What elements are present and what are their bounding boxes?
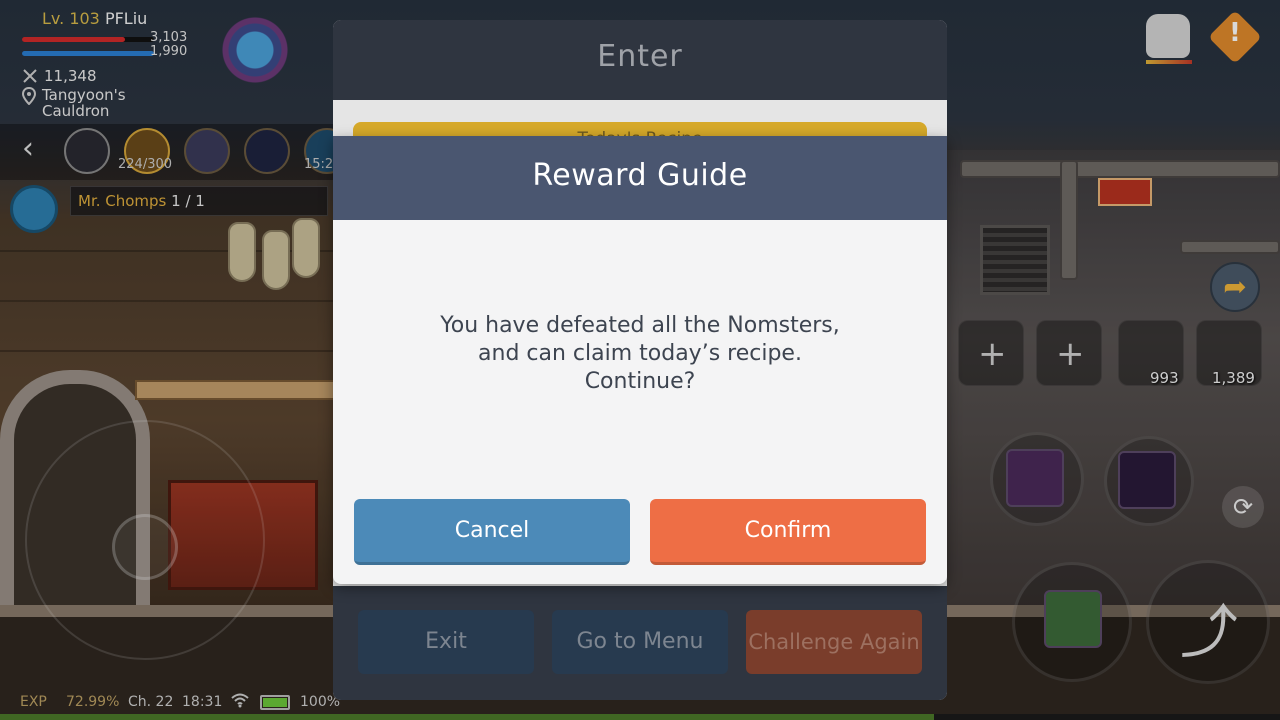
reward-guide-modal: Reward Guide You have defeated all the N… [333,136,947,584]
exit-button[interactable]: Exit [358,610,534,674]
go-to-menu-button[interactable]: Go to Menu [552,610,728,674]
modal-title: Reward Guide [333,136,947,220]
message-line-3: Continue? [584,369,696,394]
enter-dialog-title: Enter [333,20,947,100]
confirm-button[interactable]: Confirm [650,499,926,565]
cancel-button[interactable]: Cancel [354,499,630,565]
message-line-2: and can claim today’s recipe. [478,341,802,366]
message-line-1: You have defeated all the Nomsters, [440,313,840,338]
challenge-again-button[interactable]: Challenge Again [746,610,922,674]
modal-message: You have defeated all the Nomsters, and … [333,312,947,396]
